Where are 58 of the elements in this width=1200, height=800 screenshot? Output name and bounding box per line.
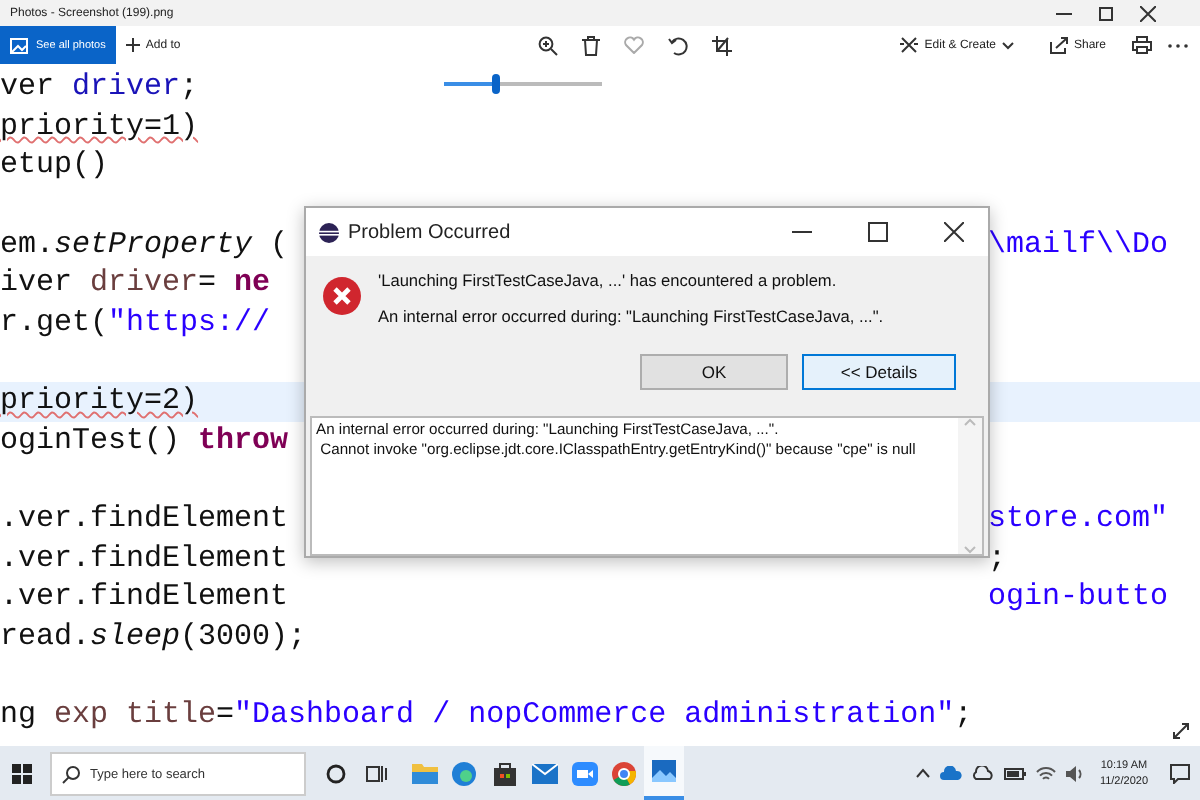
image-icon [10, 37, 28, 53]
code-text: ; [988, 539, 1007, 578]
task-view-icon[interactable] [366, 763, 388, 783]
battery-icon[interactable] [1003, 767, 1026, 779]
cortana-icon[interactable] [326, 763, 346, 783]
taskbar-app-button[interactable] [644, 746, 684, 800]
start-icon[interactable] [12, 763, 32, 783]
rotate-icon[interactable] [668, 35, 689, 55]
share-icon [1049, 36, 1068, 54]
volume-icon[interactable] [1065, 765, 1084, 781]
code-text: priority=2) [0, 382, 199, 421]
error-detail: An internal error occurred during: "Launching FirstTestCaseJava, ...". [378, 306, 884, 326]
delete-icon[interactable] [582, 35, 601, 55]
code-text: .ver.findElement [0, 500, 291, 539]
close-icon[interactable] [944, 222, 964, 242]
error-message: 'Launching FirstTestCaseJava, ...' has encountered a problem. [378, 270, 839, 290]
code-text: em.setProperty ( [0, 225, 291, 264]
chevron-up-icon[interactable] [915, 768, 930, 778]
video-camera-icon [571, 761, 597, 785]
mail-icon [531, 763, 557, 783]
code-text: etup() [0, 146, 109, 185]
eclipse-icon [318, 221, 340, 243]
search-icon [62, 765, 80, 783]
crop-icon[interactable] [712, 35, 733, 55]
plus-icon [125, 38, 140, 52]
code-text: .ver.findElement [0, 578, 291, 617]
code-text: oginTest() throw [0, 421, 289, 460]
close-icon[interactable] [1140, 5, 1156, 21]
code-text: ogin-butto [988, 578, 1169, 617]
edit-icon [900, 36, 919, 54]
code-text: r.get("https:// [0, 303, 271, 342]
browser-icon [452, 761, 476, 785]
print-icon[interactable] [1132, 36, 1152, 54]
details-button[interactable]: << Details [802, 354, 956, 390]
code-text: priority=1) [0, 107, 199, 146]
code-text: read.sleep(3000); [0, 617, 307, 656]
maximize-icon[interactable] [1098, 5, 1114, 21]
wifi-icon[interactable] [1035, 765, 1056, 781]
notification-icon[interactable] [1170, 763, 1190, 783]
shopping-bag-icon [493, 761, 515, 785]
expand-icon[interactable] [1172, 722, 1190, 740]
slider-thumb[interactable] [492, 74, 501, 94]
code-text: ver driver; [0, 68, 199, 107]
code-text: .ver.findElement [0, 539, 291, 578]
cloud-icon[interactable] [971, 766, 994, 780]
code-text: iver driver= ne [0, 264, 271, 303]
ok-button[interactable]: OK [640, 354, 788, 390]
zoom-icon[interactable] [538, 35, 559, 55]
code-text: \mailf\\Do [988, 225, 1169, 264]
browser-icon [612, 761, 636, 785]
maximize-icon[interactable] [868, 222, 888, 242]
chevron-down-icon [1001, 41, 1014, 49]
code-text: ng exp title="Dashboard / nopCommerce administration"; [0, 696, 973, 735]
folder-icon [411, 762, 437, 784]
code-text: store.com" [988, 500, 1169, 539]
error-icon [322, 276, 362, 316]
image-icon [652, 760, 676, 782]
dialog-title: Problem Occurred [348, 221, 513, 243]
